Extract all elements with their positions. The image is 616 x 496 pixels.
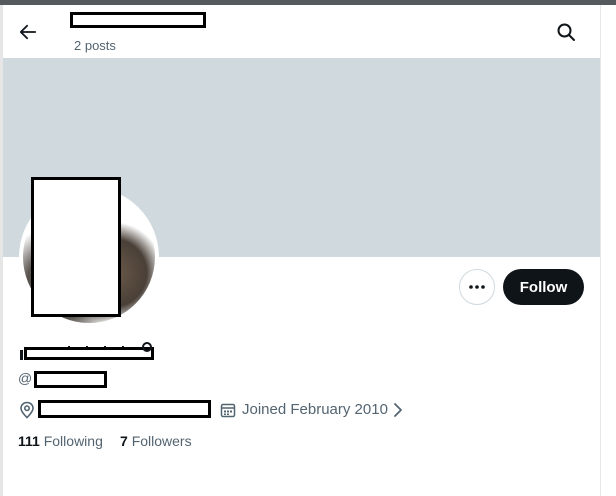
following-count: 111 — [18, 433, 40, 449]
back-button[interactable] — [14, 18, 42, 46]
display-name-redaction — [24, 347, 154, 360]
chevron-right-icon[interactable] — [392, 402, 404, 418]
header-name-redaction — [70, 12, 206, 28]
back-arrow-icon — [19, 24, 37, 40]
avatar-redaction — [31, 177, 121, 317]
calendar-icon — [220, 403, 236, 418]
scrollbar-track[interactable] — [600, 5, 616, 496]
search-icon — [557, 23, 575, 41]
following-link[interactable]: 111 Following — [18, 433, 103, 449]
more-icon — [469, 285, 485, 289]
window-top-border — [0, 0, 616, 5]
search-button[interactable] — [552, 18, 580, 46]
handle: @ — [18, 370, 33, 386]
followers-count: 7 — [120, 433, 128, 449]
handle-redaction — [34, 371, 107, 388]
followers-link[interactable]: 7 Followers — [120, 433, 192, 449]
location-redaction — [38, 400, 211, 418]
more-options-button[interactable] — [459, 269, 495, 305]
location-icon — [20, 401, 34, 419]
post-count: 2 posts — [74, 38, 116, 53]
joined-date: Joined February 2010 — [242, 401, 388, 418]
follow-button[interactable]: Follow — [503, 269, 584, 305]
protected-icon — [142, 342, 152, 352]
followers-label: Followers — [131, 433, 192, 449]
following-label: Following — [43, 433, 103, 449]
